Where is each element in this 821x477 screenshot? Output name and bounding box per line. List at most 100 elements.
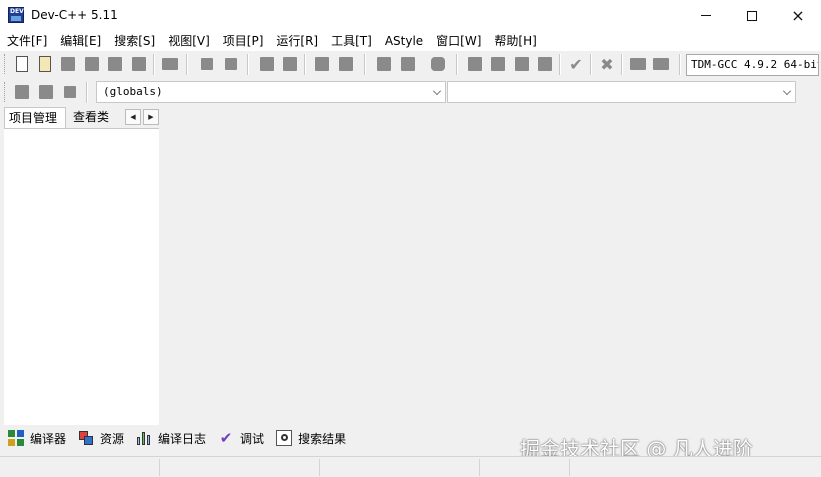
tab-compiler[interactable]: 编译器	[0, 428, 70, 448]
minimize-button[interactable]	[683, 0, 729, 31]
tab-compile-log-label: 编译日志	[158, 431, 207, 446]
goto-line-icon	[339, 57, 353, 71]
tab-search-results[interactable]: 搜索结果	[268, 428, 350, 448]
close-file-button[interactable]	[105, 54, 125, 74]
close-icon: ×	[791, 5, 805, 25]
menu-file[interactable]: 文件[F]	[0, 31, 53, 51]
menu-search[interactable]: 搜索[S]	[107, 31, 161, 51]
menu-help[interactable]: 帮助[H]	[487, 31, 542, 51]
save-button[interactable]	[58, 54, 78, 74]
close-file-icon	[108, 57, 122, 71]
tab-search-results-label: 搜索结果	[298, 431, 347, 446]
toolbar-separator	[559, 54, 561, 75]
save-icon	[61, 57, 75, 71]
member-combobox[interactable]	[447, 81, 796, 103]
add-to-project-button[interactable]	[36, 82, 56, 102]
undo-button[interactable]	[197, 54, 217, 74]
indent-icon	[377, 57, 391, 71]
rebuild-all-icon	[538, 57, 552, 71]
toolbar-separator	[304, 54, 306, 75]
left-panel-tabs: 项目管理 查看类 ◀ ▶	[0, 107, 162, 129]
app-logo-icon[interactable]	[8, 7, 24, 23]
tab-compiler-label: 编译器	[30, 431, 67, 446]
resources-icon	[78, 430, 94, 446]
goto-line-button[interactable]	[336, 54, 356, 74]
compile-button[interactable]	[465, 54, 485, 74]
toggle-comment-icon	[431, 57, 445, 71]
profile-icon	[630, 58, 646, 70]
tab-compile-log[interactable]: 编译日志	[128, 428, 210, 448]
new-file-button[interactable]	[12, 54, 32, 74]
stop-button[interactable]: ✖	[597, 54, 617, 74]
find-next-button[interactable]	[312, 54, 332, 74]
close-all-icon	[132, 57, 146, 71]
chevron-down-icon[interactable]	[783, 87, 791, 95]
compile-log-icon	[136, 430, 152, 446]
compile-run-button[interactable]	[512, 54, 532, 74]
title-bar[interactable]: Dev-C++ 5.11 ×	[0, 0, 821, 31]
rebuild-all-button[interactable]	[535, 54, 555, 74]
chevron-down-icon[interactable]	[433, 87, 441, 95]
new-file-icon	[16, 56, 28, 72]
tab-resources[interactable]: 资源	[70, 428, 128, 448]
menu-edit[interactable]: 编辑[E]	[53, 31, 107, 51]
profile-button[interactable]	[628, 54, 648, 74]
project-tree-panel[interactable]	[4, 128, 159, 425]
status-bar	[0, 456, 821, 477]
tab-class-browser[interactable]: 查看类	[69, 107, 119, 128]
print-button[interactable]	[160, 54, 180, 74]
save-all-button[interactable]	[82, 54, 102, 74]
menu-project[interactable]: 项目[P]	[216, 31, 270, 51]
status-cell	[160, 459, 320, 476]
unindent-icon	[401, 57, 415, 71]
replace-icon	[283, 57, 297, 71]
debug-check-icon: ✔	[219, 429, 233, 447]
new-project-icon	[15, 85, 29, 99]
toggle-comment-button[interactable]	[428, 54, 448, 74]
remove-from-project-icon	[64, 86, 76, 98]
open-file-button[interactable]	[35, 54, 55, 74]
new-project-button[interactable]	[12, 82, 32, 102]
menu-tools[interactable]: 工具[T]	[324, 31, 378, 51]
tab-debug[interactable]: ✔ 调试	[210, 428, 268, 448]
print-icon	[162, 58, 178, 70]
tab-scroll-left-icon[interactable]: ◀	[125, 109, 141, 125]
toolbar-separator	[679, 54, 681, 75]
menu-astyle[interactable]: AStyle	[378, 31, 429, 51]
toolbar-grip[interactable]	[4, 82, 7, 102]
open-file-icon	[39, 56, 51, 72]
maximize-button[interactable]	[729, 0, 775, 31]
redo-icon	[225, 58, 237, 70]
syntax-check-button[interactable]: ✔	[566, 54, 586, 74]
close-button[interactable]: ×	[775, 0, 821, 31]
toolbar-separator	[621, 54, 623, 75]
tab-debug-label: 调试	[240, 431, 265, 446]
close-all-button[interactable]	[129, 54, 149, 74]
stop-x-icon: ✖	[600, 54, 614, 74]
tab-project-manager[interactable]: 项目管理	[4, 107, 66, 128]
run-button[interactable]	[488, 54, 508, 74]
menu-window[interactable]: 窗口[W]	[429, 31, 487, 51]
menu-view[interactable]: 视图[V]	[161, 31, 216, 51]
find-button[interactable]	[257, 54, 277, 74]
indent-button[interactable]	[374, 54, 394, 74]
compiler-select[interactable]: TDM-GCC 4.9.2 64-bit Release	[686, 54, 819, 76]
tab-scroll-right-icon[interactable]: ▶	[143, 109, 159, 125]
toolbar-separator	[456, 54, 458, 75]
scope-combobox[interactable]: (globals)	[96, 81, 446, 103]
redo-button[interactable]	[221, 54, 241, 74]
compile-icon	[468, 57, 482, 71]
save-all-icon	[85, 57, 99, 71]
remove-from-project-button[interactable]	[60, 82, 80, 102]
toolbar-separator	[364, 54, 366, 75]
replace-button[interactable]	[280, 54, 300, 74]
toolbar-separator	[86, 82, 88, 103]
find-icon	[260, 57, 274, 71]
unindent-button[interactable]	[398, 54, 418, 74]
toolbar-grip[interactable]	[4, 54, 7, 74]
menu-run[interactable]: 运行[R]	[269, 31, 324, 51]
status-cell	[480, 459, 570, 476]
scope-value: (globals)	[103, 85, 163, 98]
undo-icon	[201, 58, 213, 70]
delete-profile-button[interactable]	[651, 54, 671, 74]
